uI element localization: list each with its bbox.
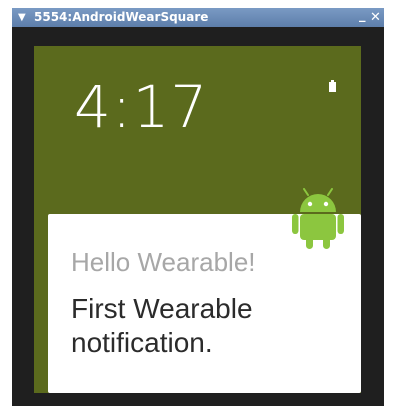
android-robot-icon — [292, 188, 344, 249]
window-titlebar[interactable]: ▼ 5554:AndroidWearSquare _ ✕ — [12, 8, 384, 27]
emulator-window: ▼ 5554:AndroidWearSquare _ ✕ 4:17 Hello … — [12, 8, 384, 406]
minimize-icon[interactable]: _ — [359, 6, 366, 25]
notification-title: Hello Wearable! — [71, 247, 256, 277]
notification-text: First Wearable notification. — [71, 293, 253, 358]
close-icon[interactable]: ✕ — [370, 8, 381, 27]
window-menu-icon[interactable]: ▼ — [18, 8, 26, 27]
window-title: 5554:AndroidWearSquare — [34, 10, 209, 24]
watch-time: 4:17 — [74, 73, 209, 141]
battery-icon — [329, 80, 336, 92]
